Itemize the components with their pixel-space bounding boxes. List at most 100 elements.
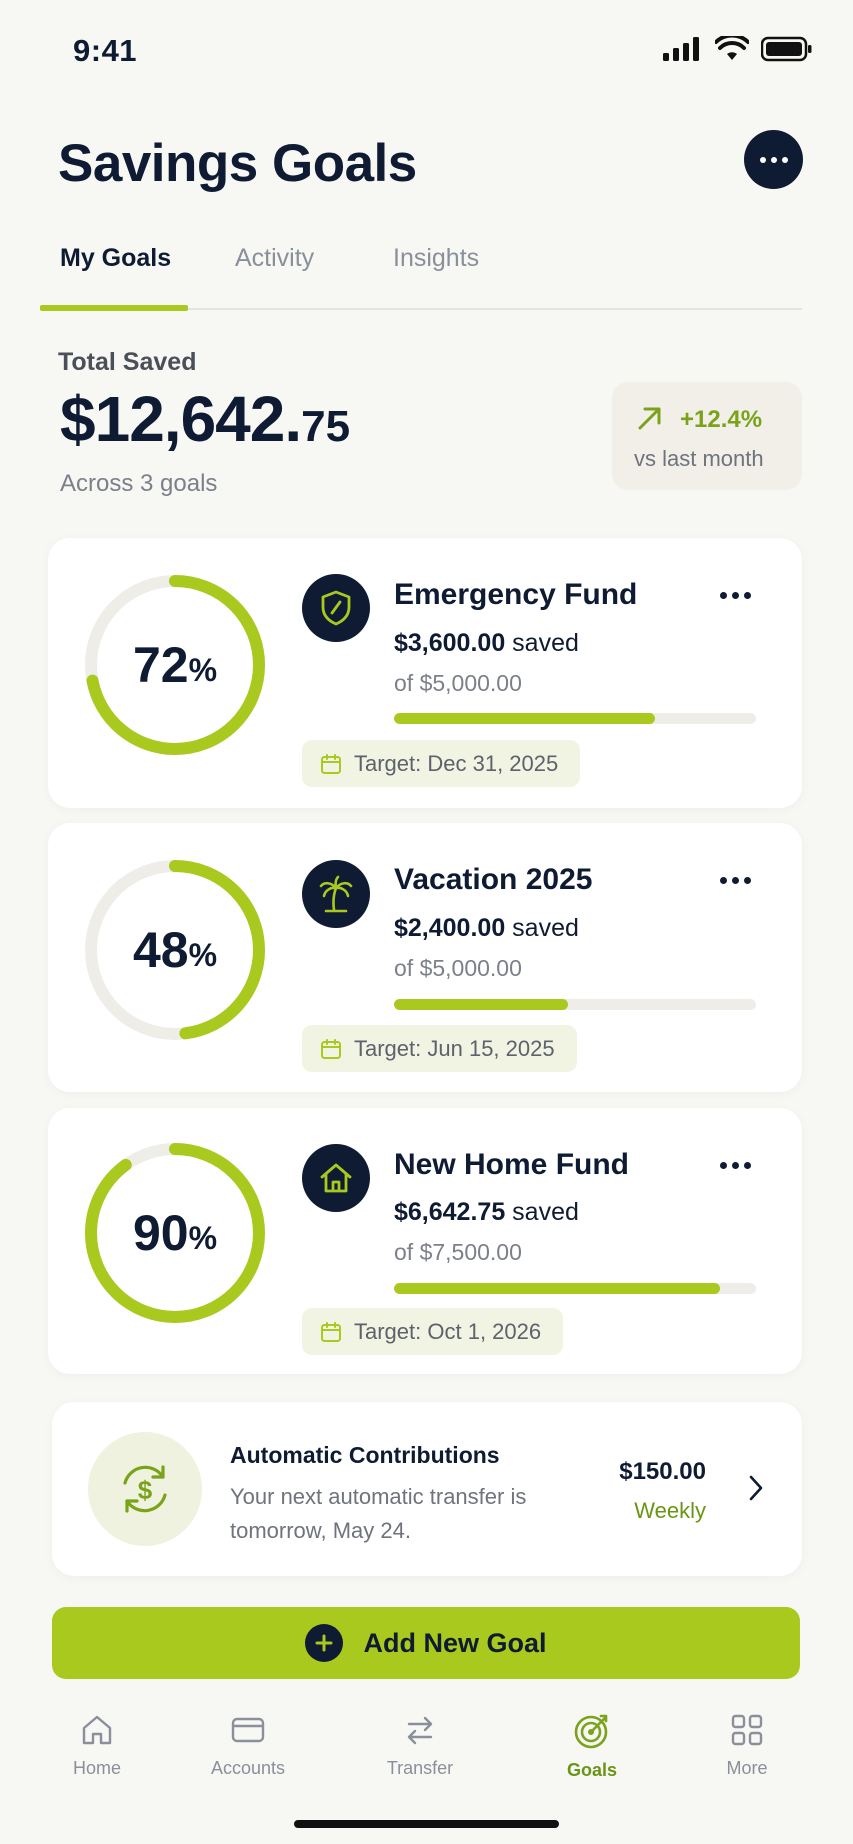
saved-amount: $2,400.00 <box>394 914 506 942</box>
plus-icon <box>305 1624 344 1662</box>
palm-tree-icon <box>302 860 370 928</box>
percent-number: 90 <box>132 1205 189 1261</box>
recurring-dollar-icon: $ <box>88 1432 202 1546</box>
shield-icon <box>302 574 370 642</box>
nav-label: Accounts <box>210 1758 286 1778</box>
percent-sign: % <box>188 651 218 688</box>
progress-bar <box>394 1283 756 1294</box>
grid-icon <box>731 1714 763 1746</box>
target-date-chip: Target: Jun 15, 2025 <box>302 1025 577 1072</box>
nav-item-accounts[interactable]: Accounts <box>188 1712 308 1779</box>
home-icon <box>82 1715 112 1745</box>
dot <box>759 156 766 163</box>
progress-fill <box>394 713 655 724</box>
percent-sign: % <box>188 1219 218 1256</box>
goal-card[interactable]: 90% New Home Fund $6,642.75 saved of $7,… <box>48 1108 802 1374</box>
wifi-icon <box>715 36 749 60</box>
progress-bar <box>394 713 756 724</box>
goal-menu-button[interactable] <box>716 588 755 603</box>
dot <box>732 1162 739 1169</box>
target-date: Target: Oct 1, 2026 <box>354 1318 542 1344</box>
progress-percent: 90% <box>82 1140 268 1326</box>
tab-my-goals[interactable]: My Goals <box>60 244 171 273</box>
automatic-contributions-card[interactable]: $ Automatic Contributions Your next auto… <box>52 1402 802 1576</box>
signal-icon <box>663 37 699 61</box>
saved-amount: $6,642.75 <box>394 1198 506 1226</box>
calendar-icon <box>321 1321 341 1342</box>
nav-label: Transfer <box>386 1758 454 1778</box>
add-new-goal-label: Add New Goal <box>363 1627 547 1658</box>
calendar-icon <box>321 753 341 774</box>
dot <box>732 592 739 599</box>
nav-item-goals[interactable]: Goals <box>532 1712 652 1781</box>
goal-target-amount: of $7,500.00 <box>394 1239 522 1265</box>
auto-contrib-frequency: Weekly <box>634 1498 706 1523</box>
total-amount-main: $12,642. <box>60 383 302 455</box>
dot <box>720 1162 727 1169</box>
progress-percent: 48% <box>82 857 268 1043</box>
page-title: Savings Goals <box>58 134 417 193</box>
battery-icon <box>761 36 812 62</box>
goal-menu-button[interactable] <box>716 873 755 888</box>
goal-saved-text: $3,600.00 saved <box>394 629 579 658</box>
nav-item-home[interactable]: Home <box>37 1712 157 1779</box>
saved-amount: $3,600.00 <box>394 629 506 657</box>
progress-bar <box>394 999 756 1010</box>
nav-label: More <box>726 1758 768 1778</box>
saved-word: saved <box>512 914 579 942</box>
total-saved-amount: $12,642.75 <box>60 382 350 456</box>
total-amount-cents: 75 <box>301 402 351 451</box>
dot <box>781 156 788 163</box>
status-icons <box>663 36 813 62</box>
dot <box>770 156 777 163</box>
bottom-navigation: Home Accounts Transfer Goals More <box>0 1700 853 1800</box>
target-date: Target: Dec 31, 2025 <box>354 750 559 776</box>
goal-card[interactable]: 48% Vacation 2025 $2,400.00 saved of $5,… <box>48 823 802 1092</box>
svg-text:$: $ <box>138 1475 153 1505</box>
calendar-icon <box>321 1038 341 1059</box>
goal-card[interactable]: 72% Emergency Fund $3,600.00 saved of $5… <box>48 538 802 808</box>
nav-label: Goals <box>566 1760 618 1780</box>
goal-saved-text: $6,642.75 saved <box>394 1198 579 1227</box>
target-date-chip: Target: Dec 31, 2025 <box>302 740 581 787</box>
card-icon <box>231 1717 265 1743</box>
home-indicator <box>294 1820 559 1828</box>
auto-contrib-title: Automatic Contributions <box>230 1442 500 1468</box>
dot <box>720 877 727 884</box>
house-icon <box>302 1144 370 1212</box>
goal-name: Vacation 2025 <box>394 863 593 896</box>
more-options-button[interactable] <box>744 130 803 189</box>
target-date-chip: Target: Oct 1, 2026 <box>302 1308 564 1355</box>
dot <box>744 592 751 599</box>
percent-number: 48 <box>132 922 189 978</box>
transfer-icon <box>407 1716 433 1745</box>
goal-target-amount: of $5,000.00 <box>394 670 522 696</box>
add-new-goal-button[interactable]: Add New Goal <box>52 1607 800 1679</box>
goal-name: New Home Fund <box>394 1148 630 1181</box>
percent-sign: % <box>188 936 218 973</box>
tab-insights[interactable]: Insights <box>393 244 479 273</box>
chevron-right-icon <box>749 1475 763 1501</box>
progress-fill <box>394 999 568 1010</box>
nav-item-transfer[interactable]: Transfer <box>360 1712 480 1779</box>
status-time: 9:41 <box>73 33 138 68</box>
target-icon <box>574 1714 608 1749</box>
dot <box>744 877 751 884</box>
auto-contrib-description: Your next automatic transfer is tomorrow… <box>230 1484 527 1543</box>
goal-name: Emergency Fund <box>394 578 638 611</box>
monthly-change-badge: +12.4% vs last month <box>612 382 802 490</box>
saved-word: saved <box>512 629 579 657</box>
target-date: Target: Jun 15, 2025 <box>354 1035 555 1061</box>
nav-item-more[interactable]: More <box>687 1712 807 1779</box>
percent-number: 72 <box>132 637 189 693</box>
tab-bar: My Goals Activity Insights <box>40 236 802 311</box>
active-tab-indicator <box>40 305 188 311</box>
progress-percent: 72% <box>82 572 268 758</box>
goal-saved-text: $2,400.00 saved <box>394 914 579 943</box>
dot <box>720 592 727 599</box>
goal-menu-button[interactable] <box>716 1158 755 1173</box>
tab-activity[interactable]: Activity <box>235 244 314 273</box>
total-saved-label: Total Saved <box>58 348 197 376</box>
progress-fill <box>394 1283 720 1294</box>
dot <box>744 1162 751 1169</box>
